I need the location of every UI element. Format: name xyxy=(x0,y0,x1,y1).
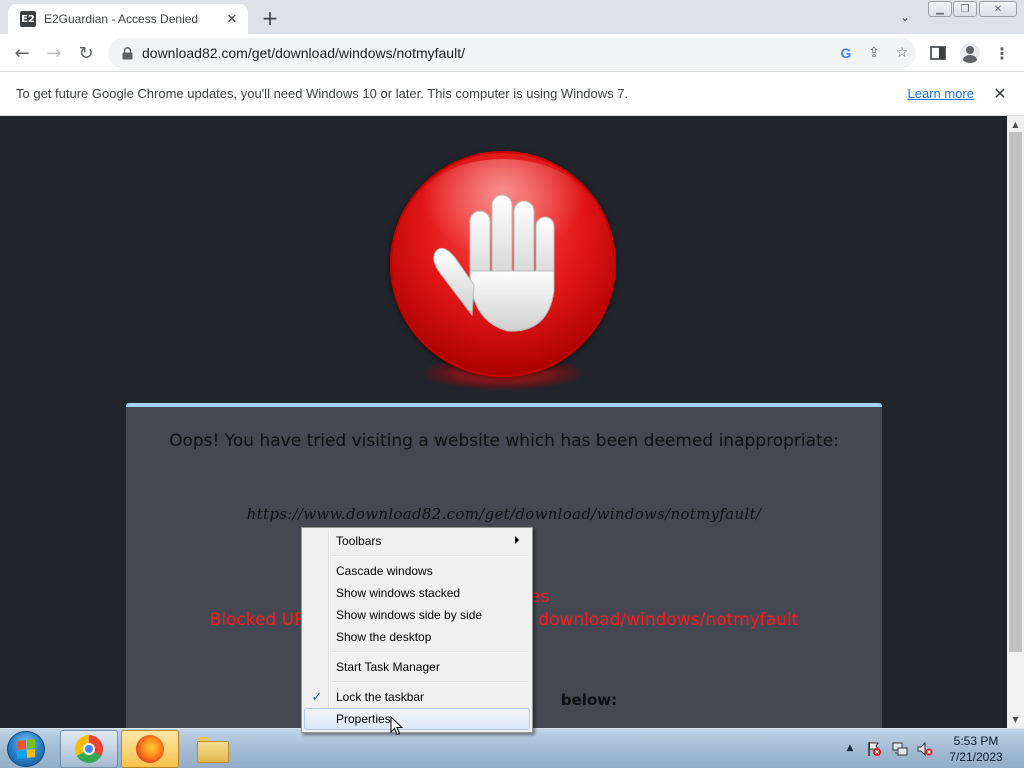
menu-item-show-windows-side-by-side[interactable]: Show windows side by side xyxy=(304,604,530,626)
menu-item-label: Start Task Manager xyxy=(336,660,440,674)
menu-item-show-windows-stacked[interactable]: Show windows stacked xyxy=(304,582,530,604)
bookmark-star-icon[interactable]: ☆ xyxy=(888,41,916,65)
menu-item-label: Cascade windows xyxy=(336,564,433,578)
tab-title: E2Guardian - Access Denied xyxy=(44,12,199,26)
menu-item-lock-the-taskbar[interactable]: ✓ Lock the taskbar xyxy=(304,686,530,708)
menu-separator xyxy=(332,681,528,683)
share-icon[interactable]: ⇪ xyxy=(860,41,888,65)
scroll-up-arrow-icon[interactable]: ▲ xyxy=(1007,116,1024,133)
forward-button[interactable]: → xyxy=(40,39,68,67)
address-bar[interactable]: download82.com/get/download/windows/notm… xyxy=(108,38,916,68)
clock-time: 5:53 PM xyxy=(953,734,999,748)
lock-icon[interactable] xyxy=(120,46,134,60)
scroll-down-arrow-icon[interactable]: ▼ xyxy=(1007,711,1024,728)
window-maximize-button[interactable]: ❐ xyxy=(953,1,977,17)
side-panel-icon[interactable] xyxy=(924,39,952,67)
tab-strip: E2 E2Guardian - Access Denied ✕ + ⌄ ▁ ❐ … xyxy=(0,0,1024,34)
network-icon[interactable] xyxy=(892,741,908,757)
chrome-icon xyxy=(75,735,103,763)
reload-button[interactable]: ↻ xyxy=(72,39,100,67)
menu-item-properties[interactable]: Properties xyxy=(304,708,530,730)
menu-item-label: Show windows stacked xyxy=(336,586,461,600)
scroll-thumb[interactable] xyxy=(1009,132,1022,652)
menu-item-label: Show windows side by side xyxy=(336,608,483,622)
chrome-menu-icon[interactable]: ⋮ xyxy=(988,39,1016,67)
warning-heading: Oops! You have tried visiting a website … xyxy=(169,431,839,451)
page-scrollbar[interactable]: ▲ ▼ xyxy=(1007,116,1024,728)
show-hidden-icons-button[interactable]: ▲ xyxy=(843,741,857,755)
clock-date: 7/21/2023 xyxy=(949,750,1003,764)
menu-separator xyxy=(332,651,528,653)
browser-tab[interactable]: E2 E2Guardian - Access Denied ✕ xyxy=(8,4,248,34)
new-tab-button[interactable]: + xyxy=(256,6,284,30)
folder-icon xyxy=(197,737,229,763)
action-center-flag-icon[interactable] xyxy=(866,741,882,757)
url-text[interactable]: download82.com/get/download/windows/notm… xyxy=(142,45,832,61)
menu-item-label: Toolbars xyxy=(336,534,382,548)
taskbar-firefox-button[interactable] xyxy=(121,730,179,768)
google-lens-icon[interactable]: G xyxy=(832,41,860,65)
menu-item-show-the-desktop[interactable]: Show the desktop xyxy=(304,626,530,648)
taskbar-context-menu: Toolbars Cascade windows Show windows st… xyxy=(301,527,533,733)
windows-taskbar[interactable]: ▲ 5:53 PM 7/21/2023 xyxy=(0,728,1024,768)
infobar-close-icon[interactable]: ✕ xyxy=(988,82,1012,106)
learn-more-link[interactable]: Learn more xyxy=(908,86,974,101)
checkmark-icon: ✓ xyxy=(311,689,323,705)
window-minimize-button[interactable]: ▁ xyxy=(928,1,952,17)
stop-hand-icon xyxy=(390,151,616,377)
menu-item-toolbars[interactable]: Toolbars xyxy=(304,530,530,552)
menu-item-cascade-windows[interactable]: Cascade windows xyxy=(304,560,530,582)
menu-item-label: Show the desktop xyxy=(336,630,432,644)
taskbar-chrome-button[interactable] xyxy=(60,730,118,768)
window-close-button[interactable]: ✕ xyxy=(979,1,1017,17)
windows-logo-icon xyxy=(17,739,35,759)
menu-item-start-task-manager[interactable]: Start Task Manager xyxy=(304,656,530,678)
firefox-icon xyxy=(136,735,164,763)
tab-close-icon[interactable]: ✕ xyxy=(224,11,240,27)
system-clock[interactable]: 5:53 PM 7/21/2023 xyxy=(938,733,1014,765)
profile-avatar-icon[interactable] xyxy=(956,39,984,67)
hand-icon xyxy=(433,194,555,332)
e2guardian-favicon-icon: E2 xyxy=(20,11,36,27)
tab-search-icon[interactable]: ⌄ xyxy=(894,7,916,27)
menu-item-label: Properties xyxy=(336,712,391,726)
taskbar-explorer-button[interactable] xyxy=(183,730,241,768)
mouse-pointer-icon xyxy=(390,716,404,736)
blocked-url: https://www.download82.com/get/download/… xyxy=(246,505,762,523)
back-button[interactable]: ← xyxy=(8,39,36,67)
infobar-message: To get future Google Chrome updates, you… xyxy=(16,86,629,101)
start-button[interactable] xyxy=(7,731,45,767)
volume-muted-icon[interactable] xyxy=(917,741,933,757)
browser-toolbar: ← → ↻ download82.com/get/download/window… xyxy=(0,34,1024,72)
update-infobar: To get future Google Chrome updates, you… xyxy=(0,72,1024,116)
menu-separator xyxy=(332,555,528,557)
submenu-arrow-icon xyxy=(515,536,519,544)
menu-item-label: Lock the taskbar xyxy=(336,690,425,704)
